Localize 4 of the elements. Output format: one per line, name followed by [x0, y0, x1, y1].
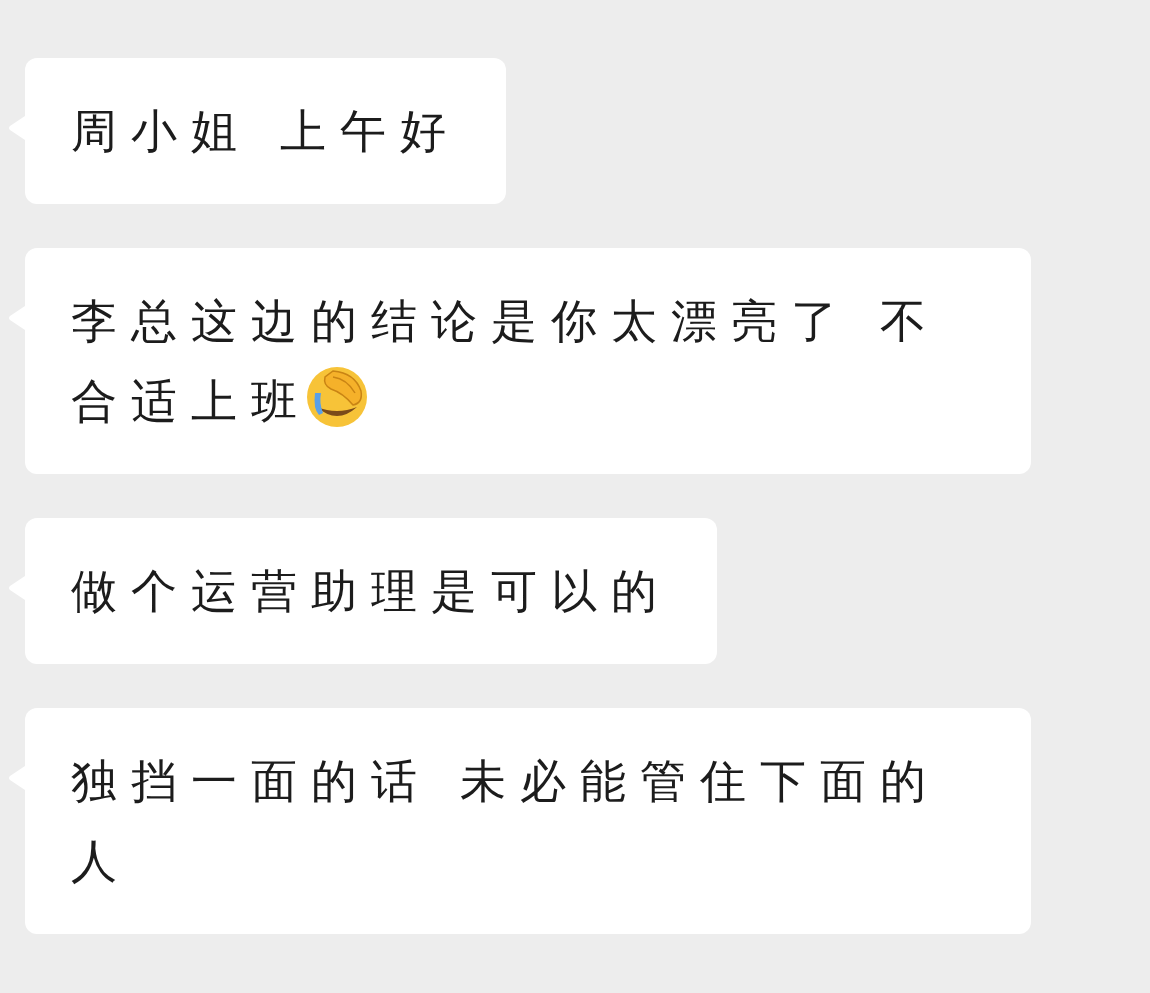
message-text: 周小姐 上午好	[71, 103, 460, 160]
message-text: 李总这边的结论是你太漂亮了 不合适上班	[71, 281, 985, 441]
message-text: 做个运营助理是可以的	[71, 563, 671, 620]
message-text: 独挡一面的话 未必能管住下面的人	[71, 753, 941, 890]
